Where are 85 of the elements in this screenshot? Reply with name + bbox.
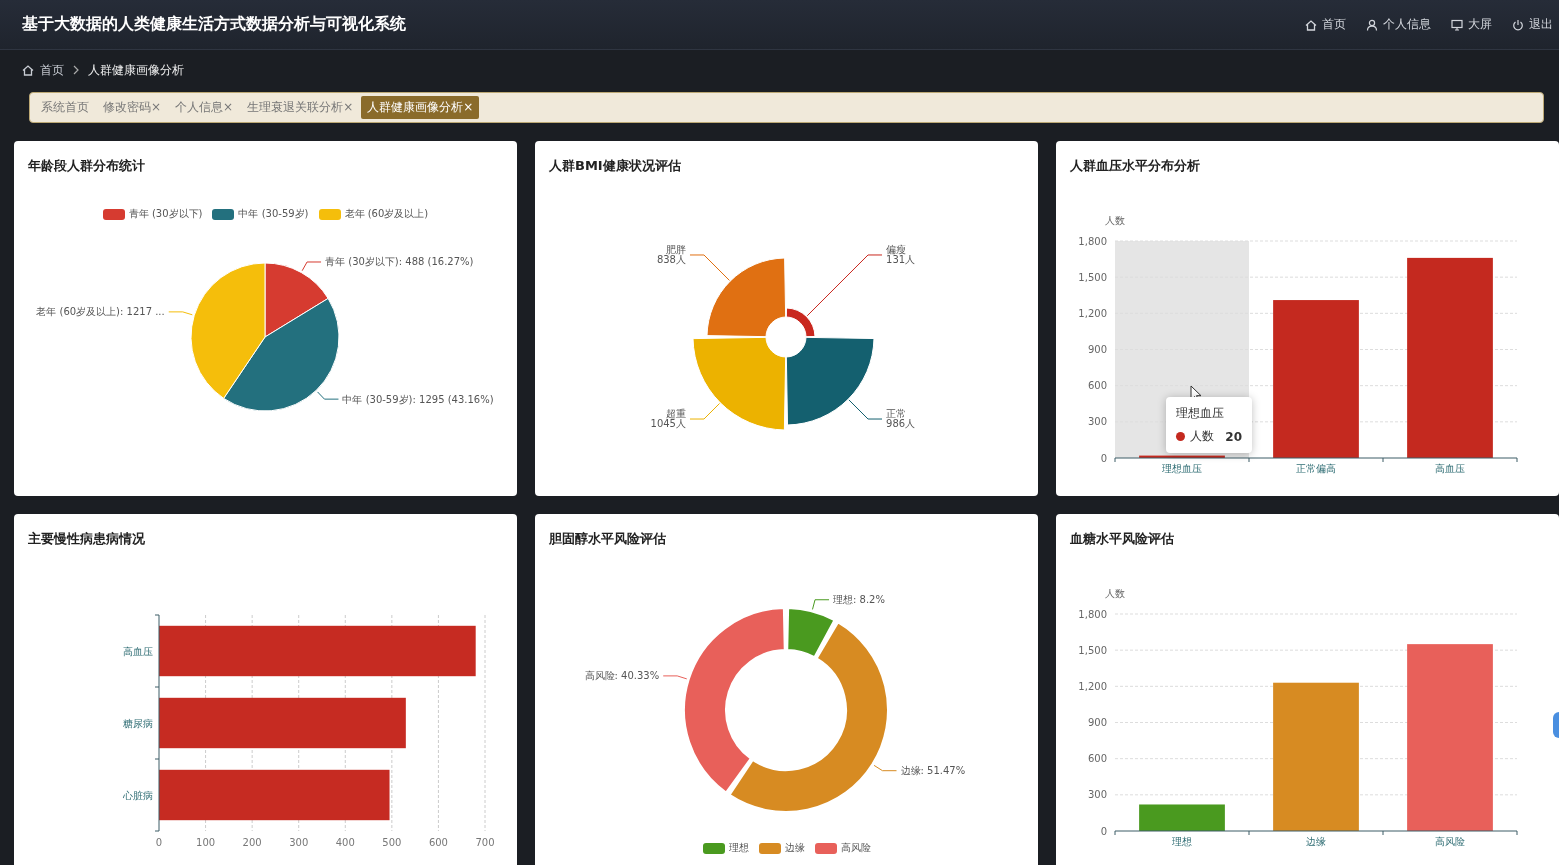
legend-label: 老年 (60岁及以上): [344, 207, 429, 221]
category-label: 理想: [1172, 836, 1192, 847]
data-label: 老年 (60岁及以上): 1217 ...: [36, 306, 165, 318]
data-label: 理想: 8.2%: [833, 594, 885, 606]
series-label: 人数: [1190, 428, 1214, 445]
tick-label: 600: [1087, 380, 1107, 392]
tick-label: 700: [475, 837, 495, 848]
breadcrumb-current: 人群健康画像分析: [88, 61, 184, 79]
home-icon: [22, 64, 34, 76]
data-label: 肥胖 838人: [656, 244, 686, 265]
tick-label: 100: [196, 837, 216, 848]
category-label: 心脏病: [123, 789, 153, 801]
data-label: 偏瘦 131人: [886, 244, 916, 265]
tick-label: 1,800: [1078, 608, 1107, 620]
card-title: 年龄段人群分布统计: [28, 157, 145, 175]
nav-link[interactable]: 首页: [1305, 16, 1346, 33]
card-title: 胆固醇水平风险评估: [549, 530, 666, 548]
power-icon: [1512, 18, 1524, 31]
card-title: 血糖水平风险评估: [1070, 530, 1174, 548]
category-label: 糖尿病: [123, 717, 153, 729]
leader-line: [848, 399, 883, 420]
data-label: 边缘: 51.47%: [900, 765, 966, 777]
data-label: 超重 1045人: [650, 408, 686, 429]
nav-link[interactable]: 个人信息: [1366, 16, 1431, 33]
tab[interactable]: 个人信息×: [169, 96, 240, 119]
data-label: 青年 (30岁以下): 488 (16.27%): [325, 256, 474, 268]
tick-label: 600: [428, 837, 448, 848]
tab[interactable]: 修改密码×: [97, 96, 168, 119]
tick-label: 900: [1087, 717, 1107, 728]
tick-label: 900: [1087, 344, 1107, 355]
tick-label: 1,200: [1078, 307, 1107, 319]
tick-label: 1,200: [1078, 680, 1107, 692]
tick-label: 200: [242, 837, 262, 848]
category-label: 理想血压: [1162, 463, 1202, 474]
tick-label: 300: [289, 837, 309, 848]
legend-label: 高风险: [840, 841, 871, 855]
series-value: 20: [1225, 429, 1242, 444]
legend-label: 青年 (30岁以下): [128, 207, 203, 221]
tick-label: 0: [155, 837, 163, 848]
axis-title: 人数: [1105, 215, 1125, 226]
card-title: 主要慢性病患病情况: [28, 530, 145, 548]
tick-label: 400: [335, 837, 355, 848]
app-title: 基于大数据的人类健康生活方式数据分析与可视化系统: [22, 14, 406, 35]
leader-line: [689, 254, 730, 281]
legend-label: 中年 (30-59岁): [238, 207, 309, 221]
data-label: 正常 986人: [886, 408, 916, 429]
card-title: 人群血压水平分布分析: [1070, 157, 1200, 175]
tick-label: 600: [1087, 753, 1107, 765]
leader-line: [301, 261, 322, 272]
data-label: 高风险: 40.33%: [584, 670, 660, 682]
tick-label: 500: [382, 837, 402, 848]
user-icon: [1366, 18, 1378, 31]
tab[interactable]: 生理衰退关联分析×: [241, 96, 360, 119]
tab[interactable]: 人群健康画像分析×: [361, 96, 480, 119]
tooltip-title: 理想血压: [1176, 405, 1225, 422]
tick-label: 300: [1087, 416, 1107, 428]
legend-label: 边缘: [784, 841, 805, 855]
leader-line: [689, 402, 721, 420]
category-label: 高血压: [123, 645, 153, 657]
category-label: 高血压: [1435, 463, 1465, 474]
floating-button[interactable]: [1553, 712, 1559, 738]
data-label: 中年 (30-59岁): 1295 (43.16%): [342, 393, 494, 405]
category-label: 正常偏高: [1296, 463, 1336, 474]
card-title: 人群BMI健康状况评估: [549, 157, 681, 175]
leader-line: [662, 675, 688, 680]
tick-label: 1,800: [1078, 235, 1107, 247]
leader-line: [812, 599, 830, 610]
nav-link[interactable]: 退出: [1512, 16, 1553, 33]
legend-label: 理想: [728, 841, 749, 855]
leader-line: [873, 764, 897, 772]
tick-label: 300: [1087, 789, 1107, 801]
tick-label: 0: [1100, 452, 1107, 464]
category-label: 高风险: [1435, 836, 1465, 847]
tab[interactable]: 系统首页: [35, 96, 95, 119]
leader-line: [317, 391, 339, 400]
tick-label: 1,500: [1078, 644, 1107, 656]
tick-label: 0: [1100, 825, 1107, 837]
nav-link[interactable]: 大屏: [1451, 16, 1492, 33]
monitor-icon: [1451, 18, 1463, 31]
home-icon: [1305, 18, 1317, 31]
leader-line: [168, 311, 193, 316]
tick-label: 1,500: [1078, 271, 1107, 283]
category-label: 边缘: [1306, 836, 1326, 847]
breadcrumb-link[interactable]: 首页: [40, 61, 64, 79]
axis-title: 人数: [1105, 588, 1125, 599]
